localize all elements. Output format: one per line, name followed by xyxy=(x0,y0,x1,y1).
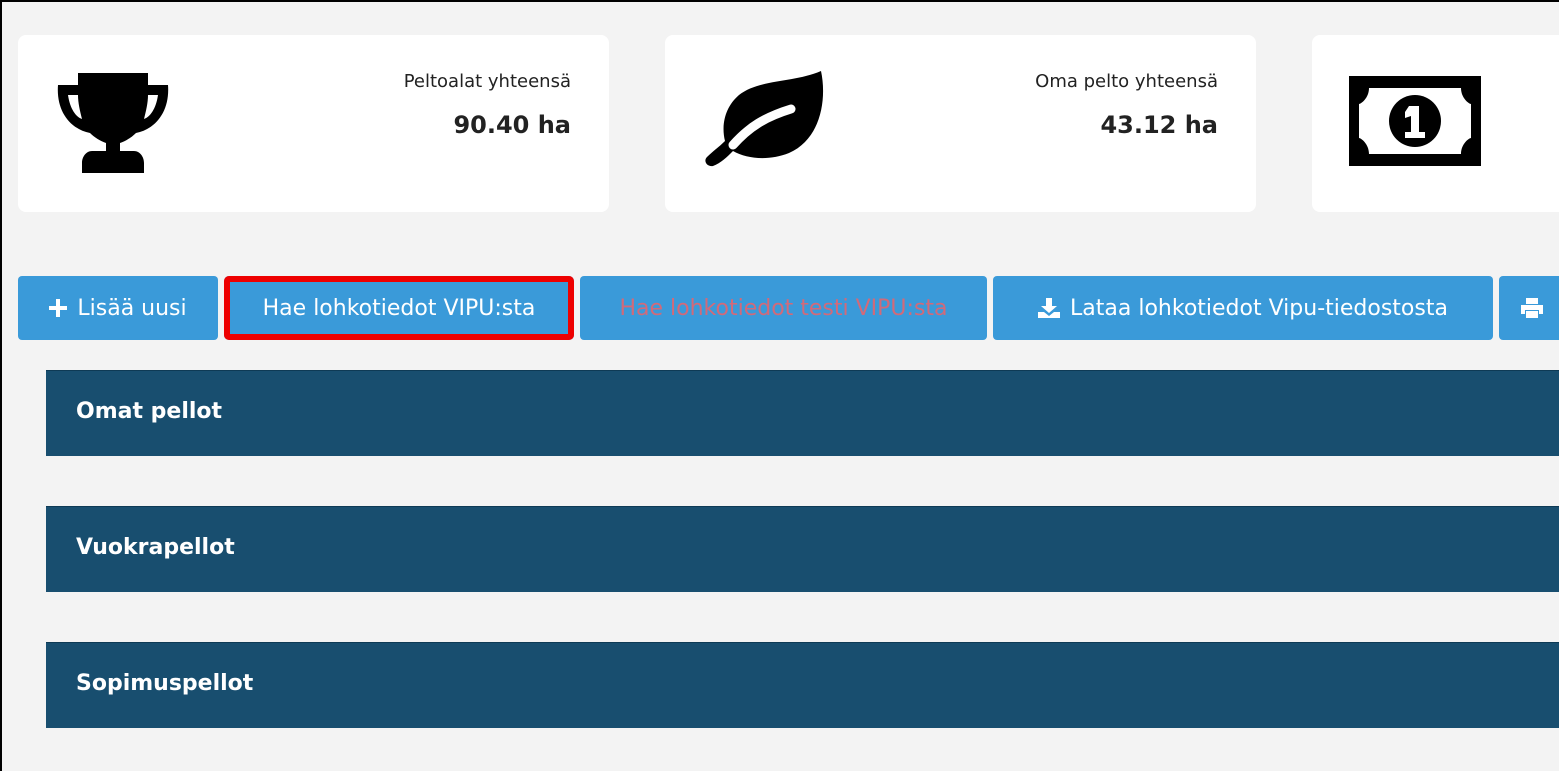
stat-card-own-fields: Oma pelto yhteensä 43.12 ha xyxy=(665,35,1256,212)
print-icon xyxy=(1521,298,1543,318)
fetch-vipu-button[interactable]: Hae lohkotiedot VIPU:sta xyxy=(224,276,574,340)
section-title: Omat pellot xyxy=(76,399,223,424)
add-new-button[interactable]: Lisää uusi xyxy=(18,276,218,340)
section-rented-fields[interactable]: Vuokrapellot xyxy=(46,506,1559,592)
leaf-icon xyxy=(703,69,827,171)
section-contract-fields[interactable]: Sopimuspellot xyxy=(46,642,1559,728)
print-button[interactable] xyxy=(1499,276,1559,340)
add-new-label: Lisää uusi xyxy=(77,295,187,321)
stat-card-money xyxy=(1312,35,1559,212)
fetch-test-vipu-label: Hae lohkotiedot testi VIPU:sta xyxy=(619,295,948,321)
plus-icon xyxy=(49,299,68,317)
download-icon xyxy=(1038,298,1061,318)
money-bill-icon xyxy=(1349,76,1481,170)
trophy-icon xyxy=(54,71,172,179)
fetch-test-vipu-button[interactable]: Hae lohkotiedot testi VIPU:sta xyxy=(580,276,987,340)
stat-label: Peltoalat yhteensä xyxy=(403,71,571,92)
page: Peltoalat yhteensä 90.40 ha Oma pelto yh… xyxy=(0,0,1559,771)
stat-card-total-fields: Peltoalat yhteensä 90.40 ha xyxy=(18,35,609,212)
section-title: Sopimuspellot xyxy=(76,671,254,696)
load-vipu-file-label: Lataa lohkotiedot Vipu-tiedostosta xyxy=(1070,295,1448,321)
fetch-vipu-label: Hae lohkotiedot VIPU:sta xyxy=(262,295,536,321)
stat-value: 90.40 ha xyxy=(453,111,571,139)
section-title: Vuokrapellot xyxy=(76,535,235,560)
stat-label: Oma pelto yhteensä xyxy=(1035,71,1218,92)
section-own-fields[interactable]: Omat pellot xyxy=(46,370,1559,456)
stat-value: 43.12 ha xyxy=(1100,111,1218,139)
load-vipu-file-button[interactable]: Lataa lohkotiedot Vipu-tiedostosta xyxy=(993,276,1493,340)
